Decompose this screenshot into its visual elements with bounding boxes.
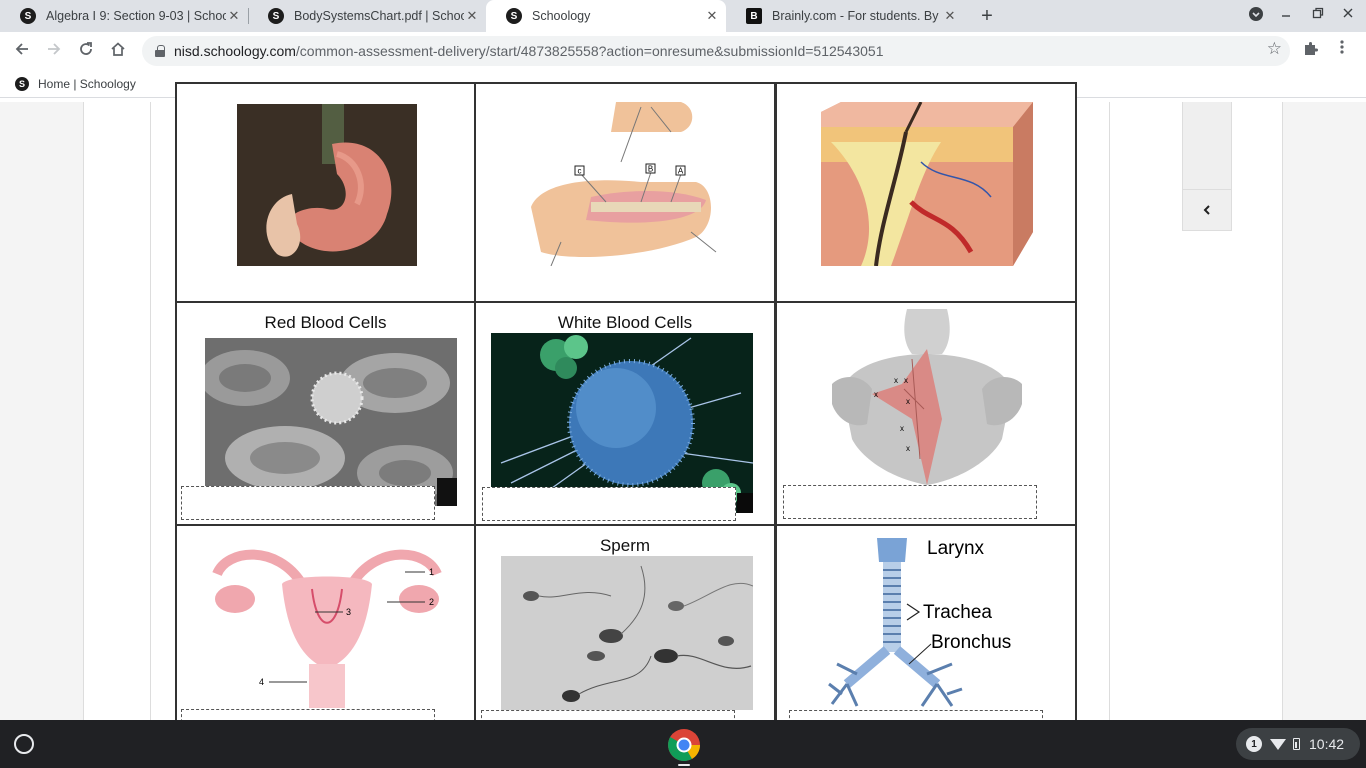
cell-respiratory: Larynx Trachea Bronchus — [775, 524, 1077, 749]
clock-time: 10:42 — [1309, 736, 1345, 752]
back-muscles-image: x x x x x x — [832, 309, 1022, 485]
svg-text:x: x — [906, 444, 910, 453]
side-panel-strip — [1182, 102, 1232, 190]
minimize-icon[interactable] — [1276, 6, 1296, 23]
bookmark-star-icon[interactable]: ☆ — [1267, 39, 1282, 59]
os-shelf: 1 10:42 — [0, 720, 1366, 768]
tab-algebra[interactable]: S Algebra I 9: Section 9-03 | Schoology … — [0, 0, 248, 32]
label-bronchus: Bronchus — [931, 632, 1011, 653]
extensions-icon[interactable] — [1302, 40, 1320, 63]
uterus-label-2: 2 — [429, 597, 434, 607]
body-systems-grid: c B A Red Blood Cells White Blood Cells … — [175, 82, 1078, 749]
nail-label-c: c — [578, 167, 582, 176]
tab-schoology-active[interactable]: S Schoology ✕ — [486, 0, 726, 32]
uterus-label-3: 3 — [346, 607, 351, 617]
schoology-favicon-icon: S — [15, 76, 29, 91]
label-larynx: Larynx — [927, 538, 985, 559]
wifi-icon — [1270, 738, 1286, 750]
caption-sperm: Sperm — [599, 536, 651, 555]
cell-skin — [775, 82, 1077, 303]
close-window-icon[interactable] — [1338, 6, 1358, 23]
chevron-left-icon — [1203, 205, 1210, 215]
tab-title: Brainly.com - For students. By students. — [772, 9, 942, 23]
uterus-label-4: 4 — [259, 677, 264, 687]
restore-icon[interactable] — [1308, 6, 1328, 23]
svg-text:x: x — [906, 397, 910, 406]
reload-icon[interactable] — [75, 40, 97, 62]
svg-text:x: x — [904, 376, 908, 385]
collapse-panel-button[interactable] — [1182, 189, 1232, 231]
tab-title: Schoology — [532, 9, 591, 23]
new-tab-button[interactable]: + — [976, 4, 998, 28]
tab-brainly[interactable]: B Brainly.com - For students. By student… — [726, 0, 964, 32]
tab-bodysystems[interactable]: S BodySystemsChart.pdf | Schoology ✕ — [248, 0, 486, 32]
tab-strip: S Algebra I 9: Section 9-03 | Schoology … — [0, 0, 1366, 32]
answer-dropzone-back-muscles[interactable] — [783, 485, 1037, 519]
brainly-favicon-icon: B — [746, 8, 762, 24]
url-path: /common-assessment-delivery/start/487382… — [295, 43, 884, 59]
cell-red-blood-cells: Red Blood Cells — [175, 301, 476, 526]
cell-white-blood-cells: White Blood Cells — [474, 301, 776, 526]
caption-red-blood-cells: Red Blood Cells — [264, 313, 387, 332]
schoology-favicon-icon: S — [20, 8, 36, 24]
cell-sperm: Sperm — [474, 524, 776, 749]
kebab-menu-icon[interactable] — [1336, 38, 1348, 61]
uterus-label-1: 1 — [429, 567, 434, 577]
back-arrow-icon[interactable] — [11, 40, 33, 62]
tab-close-icon[interactable]: ✕ — [704, 8, 720, 24]
schoology-favicon-icon: S — [506, 8, 522, 24]
svg-text:x: x — [900, 424, 904, 433]
cell-female-reproductive: 1 2 3 4 — [175, 524, 476, 749]
launcher-icon[interactable] — [14, 734, 34, 754]
tab-title: Algebra I 9: Section 9-03 | Schoology — [46, 9, 226, 23]
notification-count-badge: 1 — [1246, 736, 1262, 752]
answer-dropzone-red-blood-cells[interactable] — [181, 486, 435, 520]
svg-text:x: x — [894, 376, 898, 385]
female-reproductive-image: 1 2 3 4 — [207, 544, 447, 708]
schoology-favicon-icon: S — [268, 8, 284, 24]
url-host: nisd.schoology.com — [174, 43, 296, 59]
svg-text:x: x — [874, 390, 878, 399]
lock-icon[interactable] — [155, 45, 165, 57]
tab-title: BodySystemsChart.pdf | Schoology — [294, 9, 464, 23]
tab-close-icon[interactable]: ✕ — [942, 8, 958, 24]
nail-label-a: A — [678, 167, 684, 176]
label-trachea: Trachea — [923, 602, 992, 623]
home-icon[interactable] — [107, 40, 129, 62]
cell-fingernail: c B A — [474, 82, 776, 303]
tab-search-icon[interactable] — [1246, 6, 1266, 25]
battery-icon — [1293, 738, 1300, 750]
running-indicator — [678, 764, 690, 766]
cell-stomach — [175, 82, 476, 303]
answer-dropzone-white-blood-cells[interactable] — [482, 487, 736, 521]
browser-toolbar: nisd.schoology.com/common-assessment-del… — [0, 32, 1366, 70]
nail-label-b: B — [648, 165, 653, 174]
chrome-icon[interactable] — [667, 728, 701, 762]
skin-cross-section-image — [821, 102, 1033, 266]
red-blood-cells-image — [205, 338, 457, 506]
caption-white-blood-cells: White Blood Cells — [557, 313, 693, 332]
status-tray[interactable]: 1 10:42 — [1236, 728, 1360, 760]
stomach-image — [237, 104, 417, 266]
white-blood-cell-image — [491, 333, 753, 513]
cell-back-muscles: x x x x x x — [775, 301, 1077, 526]
sperm-micrograph-image — [501, 556, 753, 710]
tab-close-icon[interactable]: ✕ — [226, 8, 242, 24]
bookmark-home-schoology[interactable]: Home | Schoology — [38, 77, 136, 91]
trachea-bronchus-image: Larynx Trachea Bronchus — [827, 534, 1027, 710]
tab-close-icon[interactable]: ✕ — [464, 8, 480, 24]
fingernail-image: c B A — [531, 102, 721, 266]
address-bar[interactable]: nisd.schoology.com/common-assessment-del… — [142, 36, 1290, 66]
forward-arrow-icon[interactable] — [43, 40, 65, 62]
